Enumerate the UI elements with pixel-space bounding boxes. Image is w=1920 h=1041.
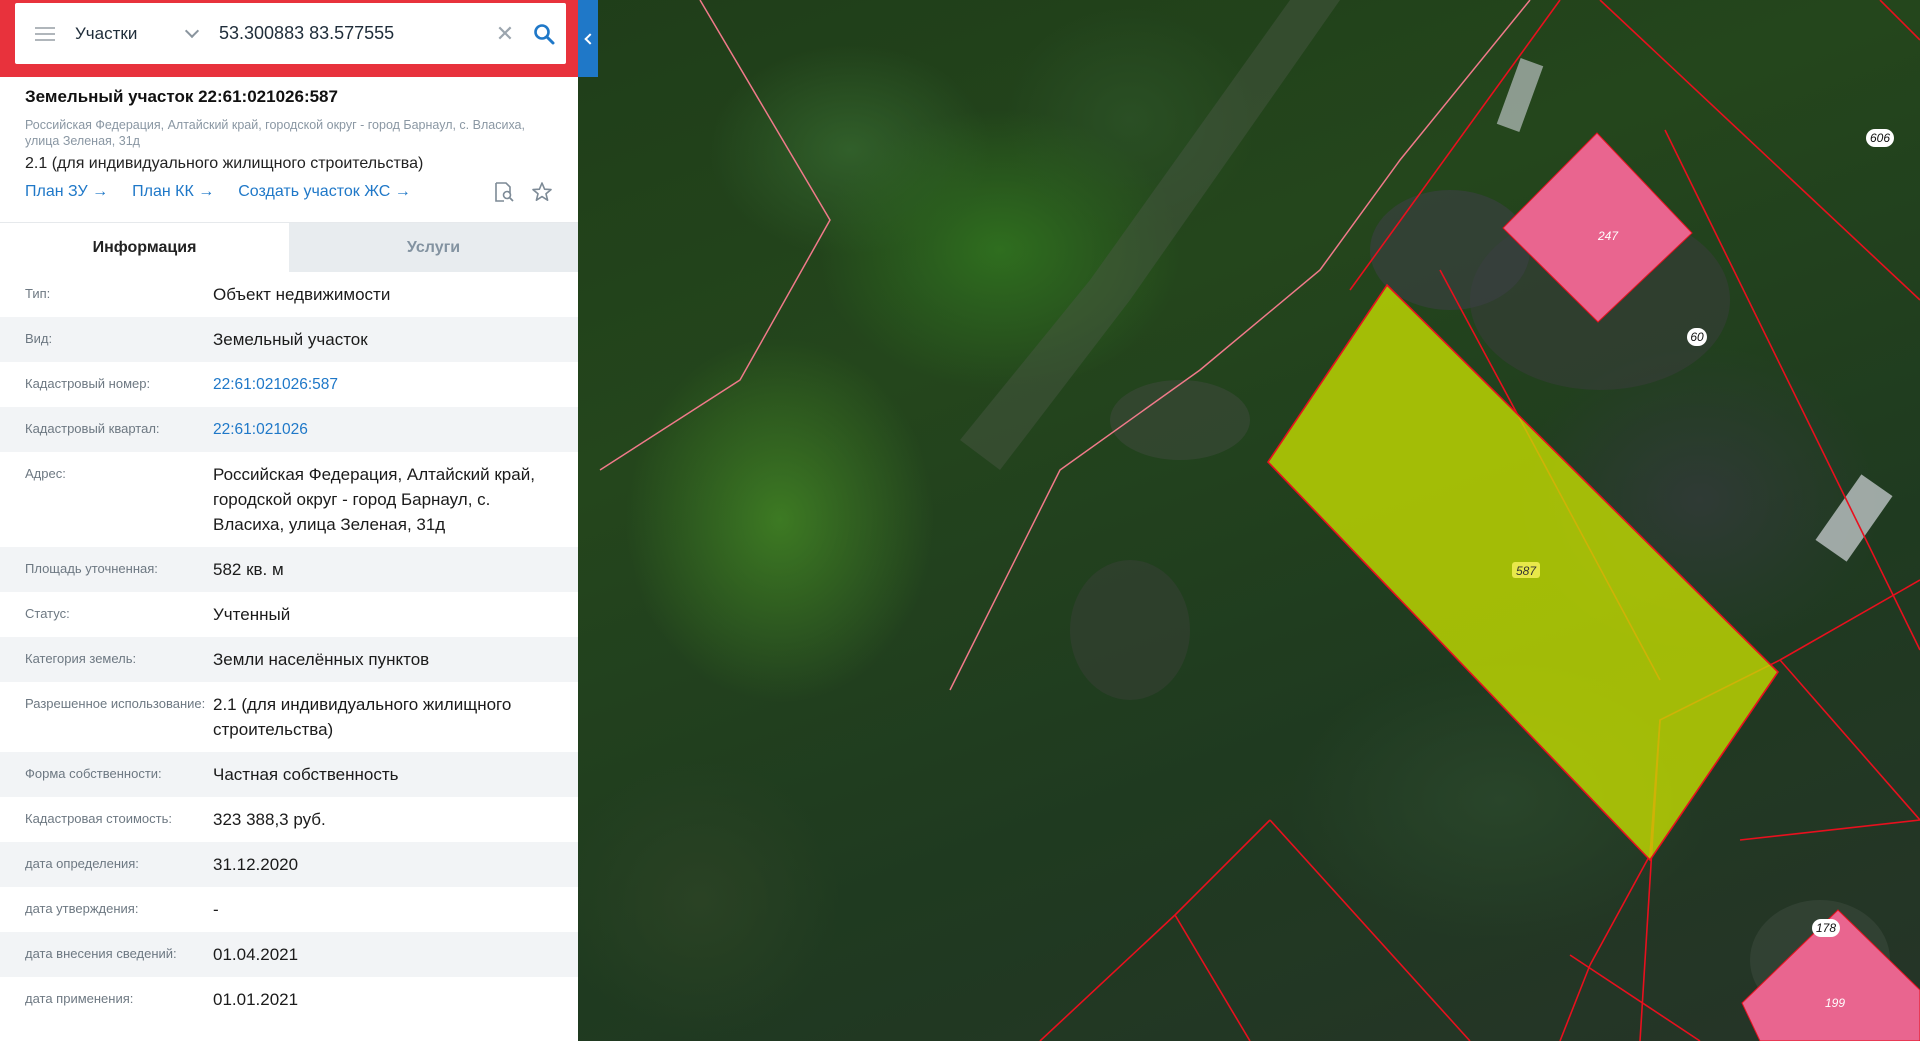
info-row: Разрешенное использование: 2.1 (для индив… [0,682,578,752]
info-row: дата внесения сведений: 01.04.2021 [0,932,578,977]
chevron-left-icon [583,32,596,45]
parcel-title: Земельный участок 22:61:021026:587 [25,87,338,106]
info-key: Кадастровая стоимость: [25,811,172,826]
search-icon[interactable] [522,3,566,64]
info-value: Частная собственность [213,765,399,784]
info-key: Кадастровый номер: [25,376,151,391]
tab-services[interactable]: Услуги [289,223,578,272]
info-row: дата определения: 31.12.2020 [0,842,578,887]
parcel-tools [493,181,553,203]
map-label-606: 606 [1866,129,1894,147]
info-row: Кадастровая стоимость: 323 388,3 руб. [0,797,578,842]
plan-zu-link[interactable]: План ЗУ → [25,183,108,201]
tab-info[interactable]: Информация [0,223,289,272]
info-value: Земли населённых пунктов [213,650,430,669]
info-key: дата внесения сведений: [25,946,177,961]
parcel-links: План ЗУ → План КК → Создать участок ЖС → [25,181,553,203]
info-value: - [213,900,219,919]
map-label-199-text: 199 [1825,996,1845,1010]
map-label-178-text: 178 [1816,921,1836,935]
info-row: Тип: Объект недвижимости [0,272,578,317]
info-key: Статус: [25,606,70,621]
info-key: Кадастровый квартал: [25,421,160,436]
star-icon[interactable] [531,181,553,203]
collapse-panel-button[interactable] [578,0,598,77]
info-value: Учтенный [213,605,291,624]
info-row: Кадастровый номер: 22:61:021026:587 [0,362,578,407]
hamburger-menu-icon[interactable] [15,3,75,64]
map-label-178: 178 [1812,919,1840,937]
search-bar: Участки ✕ [0,0,598,77]
layer-select[interactable]: Участки [75,3,205,64]
info-key: дата утверждения: [25,901,139,916]
close-icon[interactable]: ✕ [488,3,522,64]
layer-select-label: Участки [75,23,138,43]
info-key: Разрешенное использование: [25,696,206,711]
info-row: Статус: Учтенный [0,592,578,637]
info-value: 01.04.2021 [213,945,299,964]
search-input[interactable] [205,3,488,64]
info-row: Адрес: Российская Федерация, Алтайский кр… [0,452,578,547]
info-key: Площадь уточненная: [25,561,158,576]
info-value: 31.12.2020 [213,855,299,874]
info-row: Категория земель: Земли населённых пункто… [0,637,578,682]
parcel-header: Земельный участок 22:61:021026:587 Росси… [0,77,578,222]
search-box: Участки ✕ [15,3,566,64]
info-value: 01.01.2021 [213,990,299,1009]
parcel-purpose: 2.1 (для индивидуального жилищного строи… [25,155,424,172]
info-key: Тип: [25,286,51,301]
info-value: Земельный участок [213,330,368,349]
map-label-60-text: 60 [1690,330,1704,344]
info-value: 323 388,3 руб. [213,810,326,829]
info-key: Вид: [25,331,53,346]
map-label-606-text: 606 [1870,131,1890,145]
info-key: Адрес: [25,466,66,481]
info-row: Площадь уточненная: 582 кв. м [0,547,578,592]
map-label-587: 587 [1512,562,1540,578]
info-value: 2.1 (для индивидуального жилищного строи… [213,695,512,739]
cadastral-quarter-link[interactable]: 22:61:021026 [213,417,558,442]
map-label-587-text: 587 [1516,564,1537,578]
info-key: Категория земель: [25,651,137,666]
create-parcel-link[interactable]: Создать участок ЖС → [238,183,411,201]
info-value: Российская Федерация, Алтайский край, го… [213,465,535,534]
info-key: Форма собственности: [25,766,162,781]
info-table: Тип: Объект недвижимости Вид: Земельный уч… [0,272,578,1022]
info-key: дата определения: [25,856,139,871]
info-panel: Участки ✕ Земельный участок 22:61:021026… [0,0,598,1041]
document-search-icon[interactable] [493,181,515,203]
info-row: дата утверждения: - [0,887,578,932]
info-key: дата применения: [25,991,134,1006]
map-label-60: 60 [1687,328,1707,346]
quarter-boundary-line [599,0,831,471]
info-row: Кадастровый квартал: 22:61:021026 [0,407,578,452]
info-row: Вид: Земельный участок [0,317,578,362]
info-row: дата применения: 01.01.2021 [0,977,578,1022]
parcel-address-short: Российская Федерация, Алтайский край, го… [25,118,525,148]
info-value: 582 кв. м [213,560,284,579]
info-value: Объект недвижимости [213,285,391,304]
panel-tabs: Информация Услуги [0,222,578,272]
cadastral-number-link[interactable]: 22:61:021026:587 [213,372,558,397]
info-row: Форма собственности: Частная собственност… [0,752,578,797]
chevron-down-icon [184,23,200,39]
map-label-247-text: 247 [1597,229,1619,243]
plan-kk-link[interactable]: План КК → [132,183,214,201]
